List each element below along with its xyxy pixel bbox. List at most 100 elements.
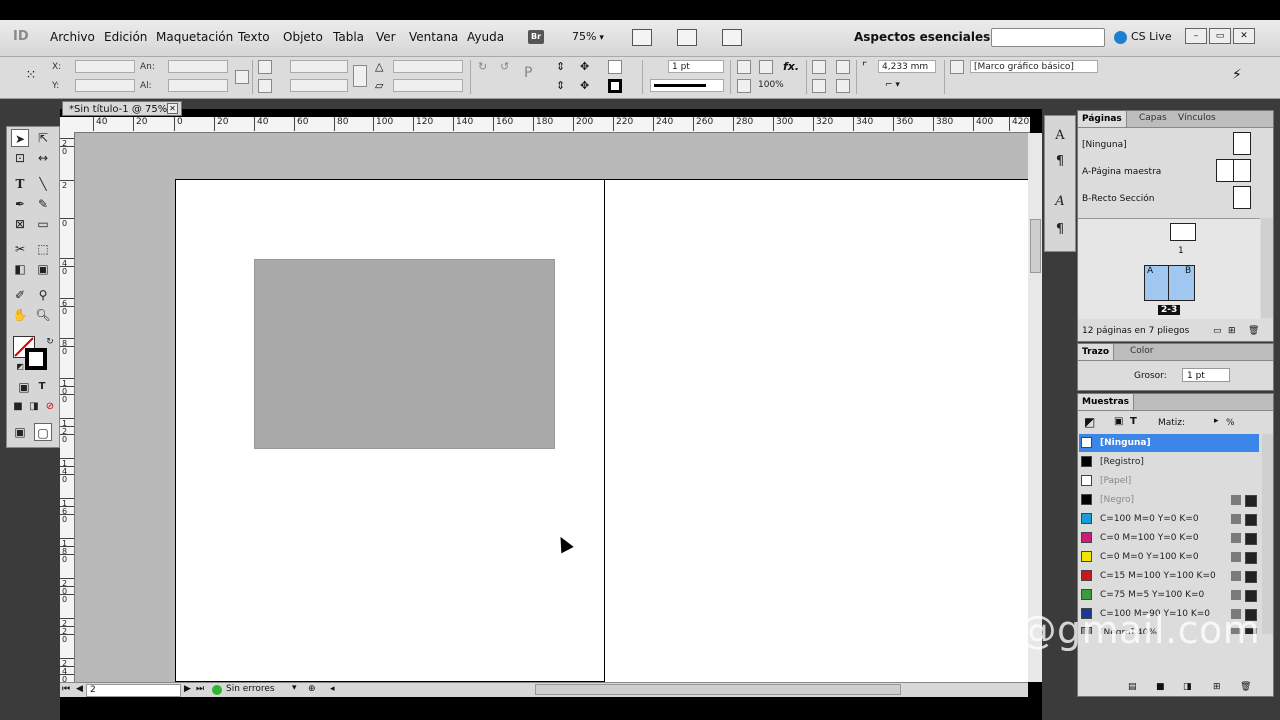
pencil-tool-icon[interactable]: ✎ [34,195,52,213]
stroke-type-select[interactable] [650,79,724,92]
master-none-thumb[interactable] [1233,132,1251,155]
stroke-weight-select[interactable]: 1 pt [1182,368,1230,382]
character-panel-icon[interactable]: A [1052,128,1068,144]
rotation-field[interactable] [393,60,463,73]
fill-none-icon[interactable] [608,60,622,74]
direct-selection-tool-icon[interactable]: ⇱ [34,129,52,147]
formatting-text-icon[interactable]: T [1130,416,1137,427]
screen-mode-icon[interactable] [677,29,697,46]
scale-x-field[interactable] [290,60,348,73]
gap-tool-icon[interactable]: ↔ [34,149,52,167]
menu-ventana[interactable]: Ventana [409,30,458,44]
master-a-thumb-right[interactable] [1233,159,1251,182]
stroke-color-icon[interactable] [608,79,622,93]
width-field[interactable] [168,60,228,73]
view-options-icon[interactable] [632,29,652,46]
scissors-tool-icon[interactable]: ✂ [11,240,29,258]
menu-objeto[interactable]: Objeto [283,30,323,44]
horizontal-scrollbar[interactable] [60,682,1028,696]
type-tool-icon[interactable]: T [11,175,29,193]
master-b[interactable]: B-Recto Sección [1082,194,1155,204]
fit-frame-icon[interactable] [759,60,773,74]
swap-colors-icon[interactable]: ↻ [41,333,59,351]
tab-paginas[interactable]: Páginas [1078,111,1127,127]
zoom-select[interactable]: 75% [572,30,604,43]
new-page-icon[interactable]: ⊞ [1228,326,1236,336]
object-style-select[interactable]: [Marco gráfico básico] [970,60,1098,73]
show-gradient-swatches-icon[interactable]: ◨ [1183,682,1192,692]
stroke-weight-select[interactable]: 1 pt [668,60,724,73]
tab-muestras[interactable]: Muestras [1078,394,1134,410]
vertical-scrollbar[interactable] [1028,133,1042,682]
swatch-none[interactable]: [Ninguna] [1079,434,1259,452]
height-field[interactable] [168,79,228,92]
swatch-magenta[interactable]: C=0 M=100 Y=0 K=0 [1079,529,1259,547]
rectangle-tool-icon[interactable]: ▭ [34,215,52,233]
tint-arrow-icon[interactable]: ▸ [1214,416,1219,426]
scroll-thumb[interactable] [535,684,901,695]
master-none[interactable]: [Ninguna] [1082,140,1127,150]
constrain-scale-icon[interactable] [353,65,367,87]
hand-tool-icon[interactable]: ✋ [11,306,29,324]
constrain-proportions-icon[interactable] [235,70,249,84]
arrange-documents-icon[interactable] [722,29,742,46]
formatting-text-icon[interactable]: T [33,378,51,396]
character-styles-icon[interactable]: A [1052,194,1068,210]
new-swatch-icon[interactable]: ⊞ [1213,682,1221,692]
select-content-icon[interactable]: ✥ [580,60,594,74]
swatch-black[interactable]: [Negro] [1079,491,1259,509]
rotate-cw-icon[interactable]: ↻ [478,60,492,74]
swatches-scrollbar[interactable] [1262,434,1273,634]
menu-texto[interactable]: Texto [238,30,270,44]
bridge-button[interactable]: Br [528,30,544,44]
zoom-tool-icon[interactable]: 🔍︎ [34,306,52,324]
fit-content-icon[interactable] [737,60,751,74]
minimize-icon[interactable]: – [1185,28,1207,44]
master-a[interactable]: A-Página maestra [1082,167,1161,177]
swatch-green[interactable]: C=75 M=5 Y=100 K=0 [1079,586,1259,604]
menu-ver[interactable]: Ver [376,30,396,44]
fill-stroke-icon[interactable]: ◩ [1084,415,1095,429]
note-tool-icon[interactable]: ✐ [11,286,29,304]
swatch-yellow[interactable]: C=0 M=0 Y=100 K=0 [1079,548,1259,566]
menu-edicion[interactable]: Edición [104,30,147,44]
document-tab[interactable]: *Sin título-1 @ 75% ✕ [62,101,182,116]
rotate-ccw-icon[interactable]: ↺ [500,60,514,74]
select-container-icon[interactable]: ⇕ [556,60,570,74]
swatch-red[interactable]: C=15 M=100 Y=100 K=0 [1079,567,1259,585]
close-document-icon[interactable]: ✕ [167,103,178,114]
line-tool-icon[interactable]: ╲ [34,175,52,193]
page-size-icon[interactable]: ▭ [1213,326,1222,336]
workspace-select[interactable]: Aspectos esenciales [854,30,998,44]
tab-trazo[interactable]: Trazo [1078,344,1115,360]
opacity-field[interactable]: 100% [755,79,795,92]
select-next-icon[interactable]: ✥ [580,79,594,93]
formatting-container-icon[interactable]: ▣ [15,378,33,396]
scroll-thumb[interactable] [1030,219,1041,273]
normal-mode-icon[interactable]: ▣ [11,423,29,441]
cslive-button[interactable]: CS Live [1114,30,1172,44]
tab-color[interactable]: Color [1130,346,1154,356]
page-right[interactable] [604,179,1028,682]
show-color-swatches-icon[interactable]: ■ [1156,682,1165,692]
swatch-cyan[interactable]: C=100 M=0 Y=0 K=0 [1079,510,1259,528]
menu-ayuda[interactable]: Ayuda [467,30,504,44]
menu-maquetacion[interactable]: Maquetación [156,30,233,44]
tab-vinculos[interactable]: Vínculos [1178,113,1216,123]
formatting-container-icon[interactable]: ▣ [1114,416,1123,427]
page-tool-icon[interactable]: ⊡ [11,149,29,167]
gradient-feather-tool-icon[interactable]: ▣ [34,260,52,278]
rectangle-frame-tool-icon[interactable]: ⊠ [11,215,29,233]
tab-capas[interactable]: Capas [1139,113,1167,123]
y-field[interactable] [75,79,135,92]
wrap-jump-icon[interactable] [836,79,850,93]
pages-scrollbar[interactable] [1261,218,1273,318]
eyedropper-tool-icon[interactable]: ⚲ [34,286,52,304]
free-transform-tool-icon[interactable]: ⬚ [34,240,52,258]
effects-icon[interactable]: fx. [783,60,799,74]
restore-icon[interactable]: ▭ [1209,28,1231,44]
wrap-bounding-icon[interactable] [836,60,850,74]
apply-none-icon[interactable]: ⊘ [41,398,59,416]
paragraph-styles-icon[interactable]: ¶ [1052,222,1068,238]
shear-field[interactable] [393,79,463,92]
